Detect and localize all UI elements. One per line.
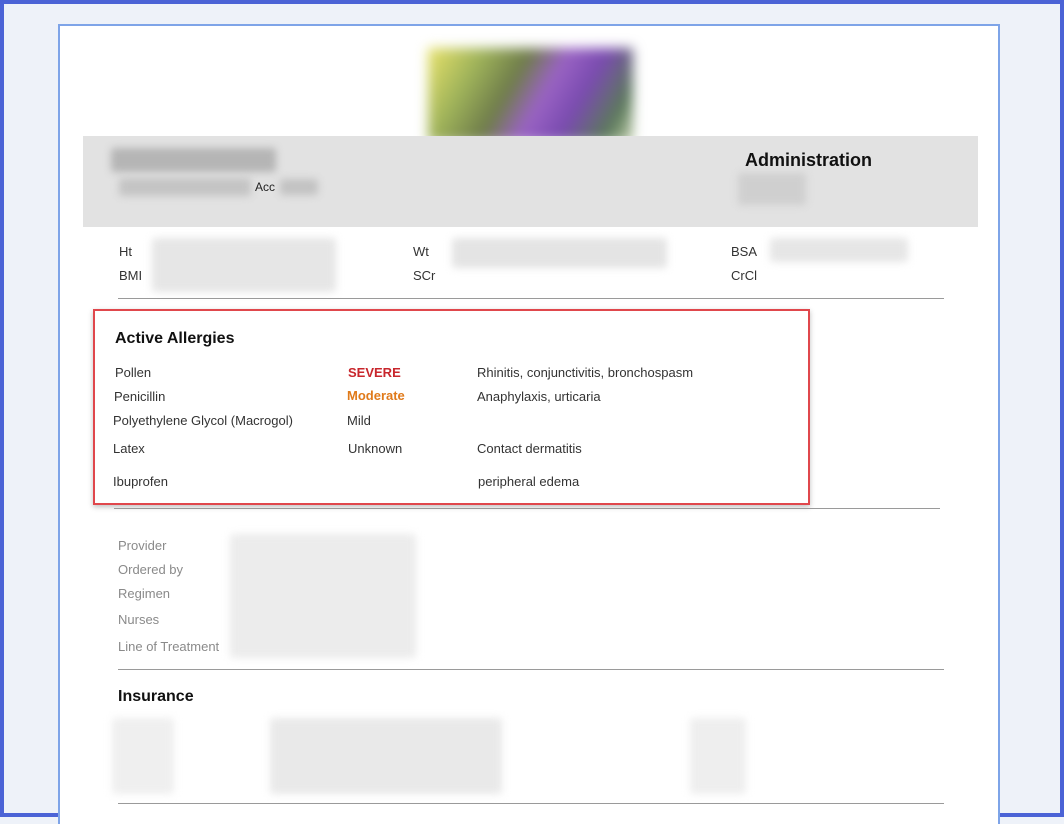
- allergy-severity: Mild: [347, 413, 371, 428]
- acc-value-redacted: [280, 179, 318, 195]
- allergen-name: Pollen: [115, 365, 152, 380]
- insurance-divider: [118, 803, 944, 804]
- organization-logo: [428, 48, 633, 142]
- allergy-reaction: Contact dermatitis: [477, 441, 582, 456]
- ht-label: Ht: [119, 244, 132, 259]
- allergy-reaction: Rhinitis, conjunctivitis, bronchospasm: [477, 365, 694, 380]
- active-allergies-section: Active Allergies Pollen SEVERE Rhinitis,…: [93, 309, 810, 505]
- crcl-label: CrCl: [731, 268, 757, 283]
- allergy-reaction: Anaphylaxis, urticaria: [477, 389, 601, 404]
- allergen-name: Polyethylene Glycol (Macrogol): [113, 413, 293, 428]
- bmi-label: BMI: [119, 268, 143, 283]
- active-allergies-title: Active Allergies: [115, 330, 235, 347]
- patient-id-redacted: [119, 178, 251, 196]
- insurance-title: Insurance: [118, 688, 194, 705]
- insurance-details-redacted-3: [690, 718, 746, 794]
- line-of-treatment-label: Line of Treatment: [118, 639, 220, 654]
- nurses-label: Nurses: [118, 612, 160, 627]
- patient-name-redacted: [111, 148, 276, 172]
- care-team-divider: [118, 669, 944, 670]
- vitals-divider: [118, 298, 944, 299]
- insurance-details-redacted-1: [112, 718, 174, 794]
- allergy-severity: SEVERE: [348, 365, 401, 380]
- ordered-by-label: Ordered by: [118, 562, 184, 577]
- regimen-label: Regimen: [118, 586, 171, 601]
- allergy-severity: Unknown: [348, 441, 403, 456]
- scr-label: SCr: [413, 268, 436, 283]
- administration-title: Administration: [745, 150, 873, 170]
- care-team-values-redacted: [230, 534, 416, 658]
- allergen-name: Ibuprofen: [113, 474, 168, 489]
- patient-document: Acc Administration Ht BMI Wt SCr BSA CrC…: [58, 24, 1000, 824]
- administration-date-redacted: [738, 173, 806, 205]
- insurance-details-redacted-2: [270, 718, 502, 794]
- bsa-value-redacted: [770, 238, 908, 262]
- allergies-divider: [114, 508, 940, 509]
- allergy-reaction: peripheral edema: [478, 474, 580, 489]
- wt-value-redacted: [452, 238, 667, 268]
- provider-label: Provider: [118, 538, 167, 553]
- bsa-label: BSA: [731, 244, 758, 259]
- acc-label: Acc: [255, 180, 276, 194]
- allergen-name: Latex: [113, 441, 145, 456]
- allergy-severity: Moderate: [347, 388, 405, 403]
- ht-bmi-values-redacted: [152, 238, 336, 292]
- allergen-name: Penicillin: [114, 389, 166, 404]
- patient-header: Acc Administration: [83, 136, 978, 227]
- wt-label: Wt: [413, 244, 429, 259]
